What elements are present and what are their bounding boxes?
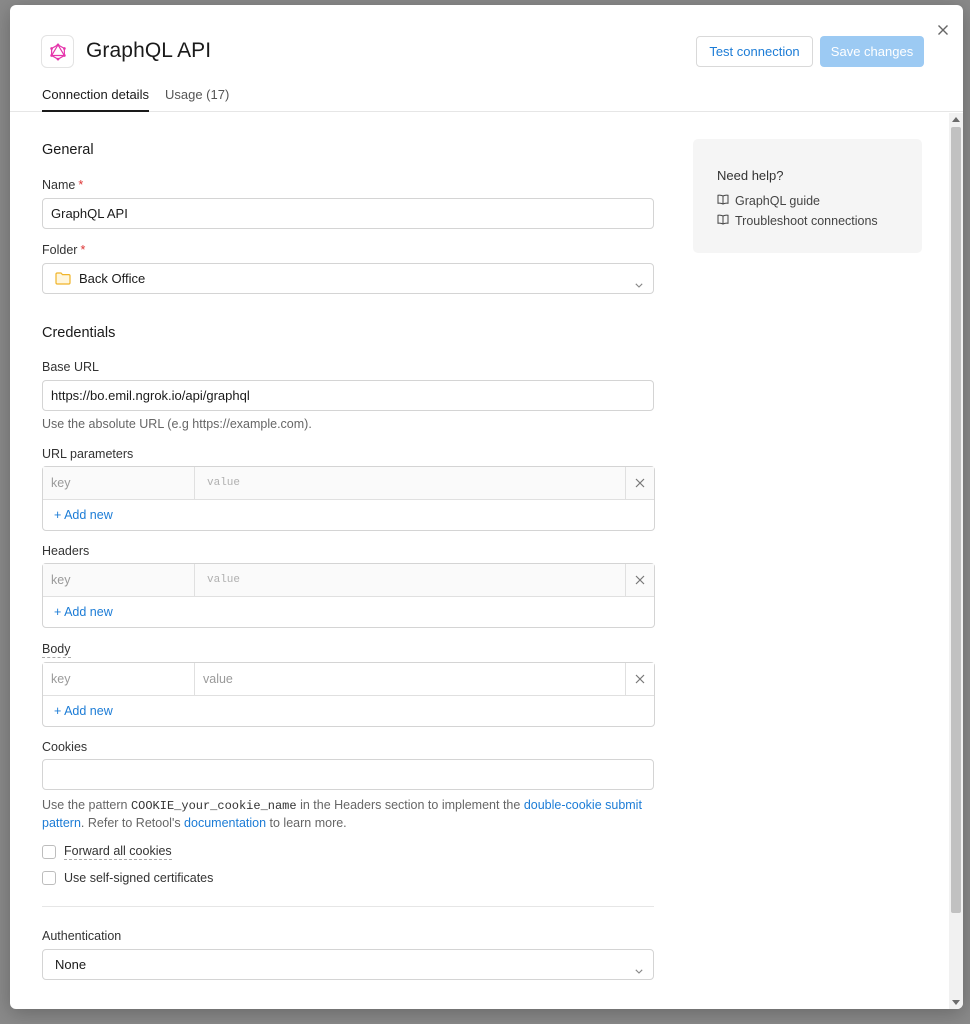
save-changes-button[interactable]: Save changes (820, 36, 924, 67)
credentials-heading: Credentials (42, 325, 116, 341)
tab-usage[interactable]: Usage (17) (165, 87, 229, 112)
url-parameters-table: key value + Add new (42, 466, 655, 531)
folder-value: Back Office (79, 271, 146, 286)
forward-cookies-checkbox[interactable] (42, 845, 56, 859)
folder-select[interactable]: Back Office (42, 263, 654, 294)
help-title: Need help? (717, 168, 784, 183)
scroll-down-icon[interactable] (952, 1000, 960, 1005)
forward-cookies-label: Forward all cookies (64, 844, 172, 860)
scroll-thumb[interactable] (951, 127, 961, 913)
self-signed-row: Use self-signed certificates (42, 871, 213, 885)
url-parameter-row: key value (43, 467, 654, 500)
body-value-input[interactable]: value (195, 663, 625, 695)
cookies-input[interactable] (42, 759, 654, 790)
resource-modal: GraphQL API Test connection Save changes… (10, 5, 963, 1009)
close-icon[interactable] (935, 22, 951, 38)
url-parameters-label: URL parameters (42, 447, 134, 461)
troubleshoot-label: Troubleshoot connections (735, 214, 878, 228)
folder-label: Folder * (42, 243, 86, 257)
authentication-select[interactable]: None (42, 949, 654, 980)
base-url-input[interactable]: https://bo.emil.ngrok.io/api/graphql (42, 380, 654, 411)
book-icon (717, 214, 729, 228)
cookies-help: Use the pattern COOKIE_your_cookie_name … (42, 798, 642, 830)
body-label: Body (42, 642, 71, 658)
body-table: key value + Add new (42, 662, 655, 727)
graphql-guide-link[interactable]: GraphQL guide (717, 194, 820, 208)
headers-add-button[interactable]: + Add new (54, 605, 113, 619)
header-value-input[interactable]: value (195, 564, 625, 596)
cookies-label: Cookies (42, 740, 88, 754)
base-url-label: Base URL (42, 360, 99, 374)
section-divider (42, 906, 654, 907)
scrollbar[interactable] (949, 113, 963, 1009)
close-icon[interactable] (625, 663, 654, 695)
chevron-down-icon (635, 962, 643, 977)
test-connection-button[interactable]: Test connection (696, 36, 813, 67)
headers-label: Headers (42, 544, 90, 558)
close-icon[interactable] (625, 467, 654, 499)
name-label: Name * (42, 178, 84, 192)
tab-connection-details[interactable]: Connection details (42, 87, 149, 112)
body-row: key value (43, 663, 654, 696)
url-param-value-input[interactable]: value (195, 467, 625, 499)
book-icon (717, 194, 729, 208)
body-add-button[interactable]: + Add new (54, 704, 113, 718)
name-input[interactable]: GraphQL API (42, 198, 654, 229)
header-row: key value (43, 564, 654, 597)
base-url-help: Use the absolute URL (e.g https://exampl… (42, 417, 312, 431)
body-key-input[interactable]: key (43, 663, 195, 695)
header-key-input[interactable]: key (43, 564, 195, 596)
modal-content: General Name * GraphQL API Folder * Back O… (10, 113, 949, 1009)
graphql-guide-label: GraphQL guide (735, 194, 821, 208)
tab-bar: Connection details Usage (17) (42, 87, 229, 112)
self-signed-label: Use self-signed certificates (64, 871, 214, 885)
url-params-add-button[interactable]: + Add new (54, 508, 113, 522)
name-value: GraphQL API (51, 206, 128, 221)
page-title: GraphQL API (86, 39, 212, 62)
forward-cookies-row: Forward all cookies (42, 844, 172, 860)
modal-header: GraphQL API Test connection Save changes… (10, 5, 963, 112)
close-icon[interactable] (625, 564, 654, 596)
documentation-link[interactable]: documentation (184, 816, 266, 830)
self-signed-checkbox[interactable] (42, 871, 56, 885)
base-url-value: https://bo.emil.ngrok.io/api/graphql (51, 388, 250, 403)
general-heading: General (42, 142, 94, 158)
graphql-icon (41, 35, 74, 68)
troubleshoot-link[interactable]: Troubleshoot connections (717, 214, 878, 228)
help-panel: Need help? GraphQL guide Troubleshoot co… (693, 139, 922, 253)
authentication-label: Authentication (42, 929, 122, 943)
folder-icon (55, 272, 71, 285)
scroll-up-icon[interactable] (952, 117, 960, 122)
chevron-down-icon (635, 276, 643, 291)
headers-table: key value + Add new (42, 563, 655, 628)
authentication-value: None (55, 957, 87, 972)
url-param-key-input[interactable]: key (43, 467, 195, 499)
